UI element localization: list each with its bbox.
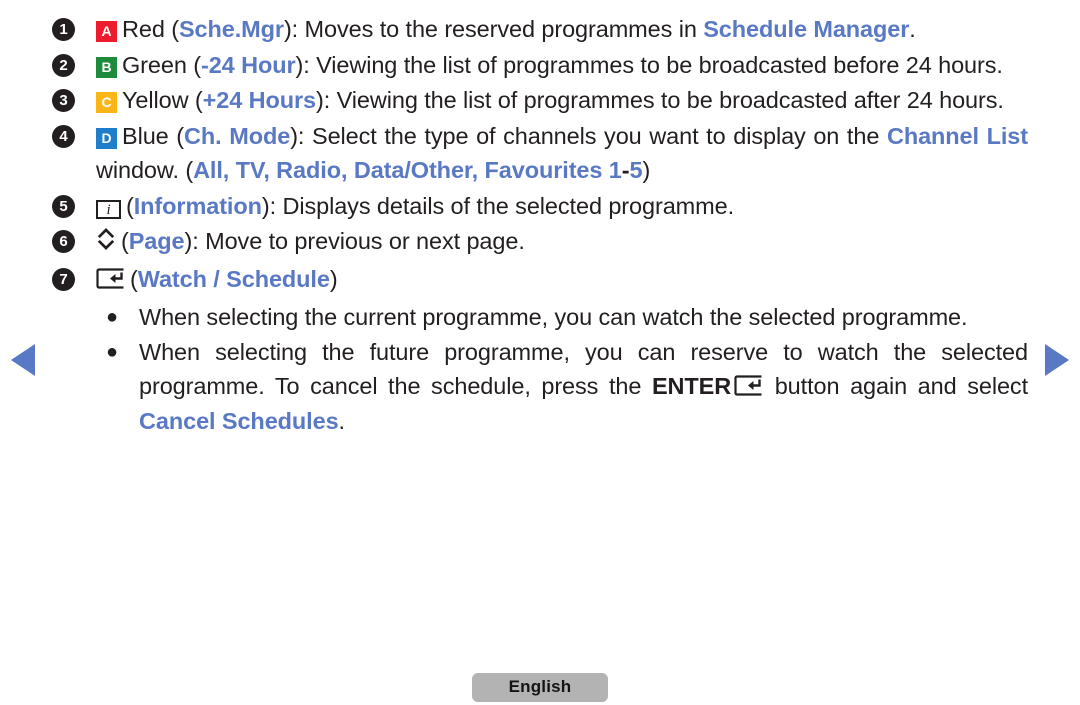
item-number-6: 6 [52,224,96,253]
key-name: Sche.Mgr [178,16,284,42]
number-badge: 6 [52,230,75,253]
item-body-4: D Blue (Ch. Mode): Select the type of cha… [96,119,1028,188]
options-end: 5 [629,157,643,183]
item-body-6: (Page): Move to previous or next page. [96,224,1028,261]
list-item: ● When selecting the future programme, y… [96,335,1028,439]
colour-name: Red [122,16,165,42]
language-chip[interactable]: English [472,673,608,702]
item-body-5: i (Information): Displays details of the … [96,189,1028,224]
footer: English [0,673,1080,702]
options-dash: - [621,157,630,183]
description-text: Displays details of the selected program… [282,192,735,219]
item-number-4: 4 [52,119,96,148]
list-item: 5 i (Information): Displays details of th… [52,189,1028,224]
open-paren: ( [168,122,185,149]
number-badge: 3 [52,89,75,112]
highlight-term: Schedule Manager [703,16,910,42]
close-paren: ): [290,122,313,149]
key-name: Information [133,192,262,219]
number-badge: 7 [52,267,75,291]
enter-button-label: ENTER [651,373,732,399]
description-text: Viewing the list of programmes to be bro… [316,51,1003,78]
highlight-term: Cancel Schedules [139,407,339,434]
close-paren: ) [329,265,338,292]
description-text: Moves to the reserved programmes in [304,16,704,42]
key-name: Page [128,228,185,254]
item-number-7: 7 [52,262,96,291]
list-item: 6 (Page): Move to previous or next page. [52,224,1028,261]
bullet-text: When selecting the future programme, you… [139,335,1028,439]
enter-icon [734,371,764,396]
description-tail: . [909,16,916,42]
close-paren: ): [261,192,283,219]
channel-options: All, TV, Radio, Data/Other, Favourites 1 [193,157,622,183]
number-badge: 1 [52,18,75,41]
list-item: 7 (Watch / Schedule) ● When selecting th… [52,262,1028,439]
description-text: Move to previous or next page. [205,228,525,254]
close-paren: ): [184,228,206,254]
prev-page-arrow[interactable] [11,344,35,376]
colour-name: Blue [122,122,169,149]
item-number-1: 1 [52,12,96,41]
open-paren: ( [164,16,179,42]
info-icon: i [96,199,121,219]
description-text: Select the type of channels you want to … [312,122,887,149]
bullet-text-post: . [338,407,346,434]
list-item: 4 D Blue (Ch. Mode): Select the type of c… [52,119,1028,188]
colour-name: Yellow [122,87,189,113]
item-body-3: C Yellow (+24 Hours): Viewing the list of… [96,83,1028,118]
description-mid: window. ( [96,157,194,183]
open-paren: ( [188,87,203,113]
bullet-text: When selecting the current programme, yo… [139,304,968,330]
bullet-dot-icon: ● [106,306,118,328]
close-paren: ): [283,16,305,42]
open-paren: ( [186,51,201,78]
list-item: 1 A Red (Sche.Mgr): Moves to the reserved… [52,12,1028,47]
item-number-5: 5 [52,189,96,218]
item-body-1: A Red (Sche.Mgr): Moves to the reserved p… [96,12,1028,47]
close-paren: ): [316,87,337,113]
enter-icon [96,264,126,289]
open-paren: ( [130,265,138,292]
sub-bullet-list: ● When selecting the current programme, … [96,300,1028,438]
open-paren: ( [126,192,134,219]
item-number-2: 2 [52,48,96,77]
instruction-list: 1 A Red (Sche.Mgr): Moves to the reserved… [52,12,1028,439]
number-badge: 2 [52,53,75,77]
next-page-arrow[interactable] [1045,344,1069,376]
key-name: -24 Hour [200,51,296,78]
key-name: Watch / Schedule [137,265,330,292]
page-up-down-icon [96,226,116,261]
description-text: Viewing the list of programmes to be bro… [336,87,1004,113]
colour-key-a-icon: A [96,21,117,42]
open-paren: ( [121,228,129,254]
number-badge: 5 [52,194,75,218]
number-badge: 4 [52,124,75,148]
colour-key-c-icon: C [96,92,117,113]
close-paren: ): [295,51,317,78]
colour-key-b-icon: B [96,56,117,78]
item-body-2: B Green (-24 Hour): Viewing the list of p… [96,48,1028,83]
item-number-3: 3 [52,83,96,112]
bullet-text-mid: button again and select [764,373,1028,399]
list-item: 3 C Yellow (+24 Hours): Viewing the list … [52,83,1028,118]
item-body-7: (Watch / Schedule) ● When selecting the … [96,262,1028,439]
key-name: +24 Hours [202,87,317,113]
colour-name: Green [122,51,187,78]
bullet-dot-icon: ● [106,340,118,363]
colour-key-d-icon: D [96,127,117,149]
highlight-term: Channel List [886,122,1028,149]
list-item: ● When selecting the current programme, … [96,300,1028,335]
list-item: 2 B Green (-24 Hour): Viewing the list of… [52,48,1028,83]
key-name: Ch. Mode [184,122,291,149]
description-tail: ) [642,157,651,183]
